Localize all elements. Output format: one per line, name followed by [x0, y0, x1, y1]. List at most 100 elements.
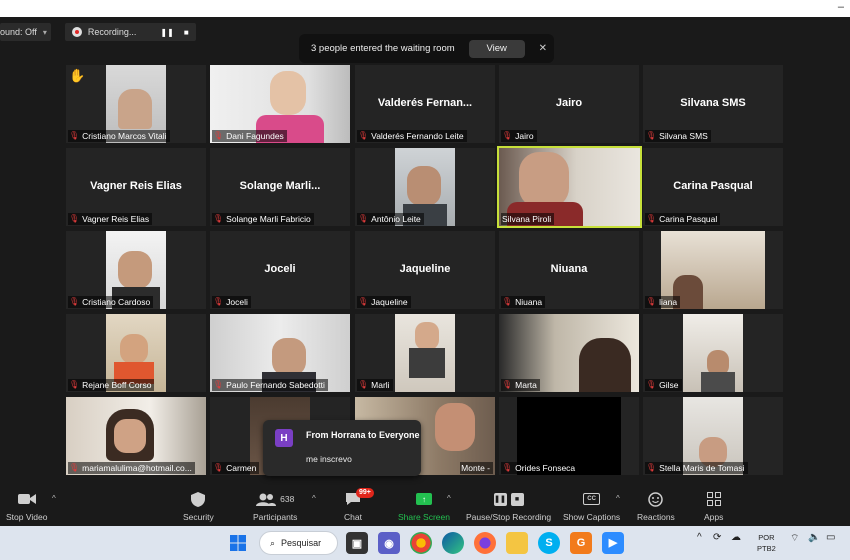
participant-name: Orides Fonseca	[515, 463, 576, 473]
stop-video-label: Stop Video	[6, 512, 48, 522]
sync-icon[interactable]: ⟳	[713, 532, 721, 543]
participant-name-label: Silvana Piroli	[501, 213, 555, 225]
record-icon	[71, 27, 82, 37]
participant-tile[interactable]: Solange Marli... 🎙 Solange Marli Fabricio	[210, 148, 350, 226]
participant-tile[interactable]: Valderés Fernan... 🎙 Valderés Fernando Le…	[355, 65, 495, 143]
participant-tile[interactable]: 🎙 Dani Fagundes	[210, 65, 350, 143]
pause-stop-recording-label: Pause/Stop Recording	[466, 512, 552, 522]
original-sound-toggle[interactable]: ound: Off ▾	[0, 23, 51, 41]
participant-tile[interactable]: Jaqueline 🎙 Jaqueline	[355, 231, 495, 309]
participant-tile[interactable]: Carina Pasqual 🎙 Carina Pasqual	[643, 148, 783, 226]
participant-tile[interactable]: 🎙 Paulo Fernando Sabedotti	[210, 314, 350, 392]
participant-tile[interactable]: 🎙 Marta	[499, 314, 639, 392]
apps-button[interactable]: Apps	[704, 490, 723, 522]
participant-tile[interactable]: 🎙 Rejane Boff Corso	[66, 314, 206, 392]
security-button[interactable]: Security	[183, 490, 214, 522]
participant-name-label: 🎙 Joceli	[212, 296, 251, 308]
waiting-room-banner: 3 people entered the waiting room View ✕	[299, 34, 554, 63]
windows-start-icon[interactable]	[227, 532, 249, 554]
teams-icon[interactable]: ◉	[378, 532, 400, 554]
volume-icon[interactable]: 🔈	[808, 532, 820, 543]
close-icon[interactable]: ✕	[539, 43, 547, 54]
participant-name-label: 🎙 Orides Fonseca	[501, 462, 579, 474]
active-speaker-tile[interactable]: Silvana Piroli	[497, 146, 642, 228]
participant-name: mariamalulima@hotmail.co...	[82, 463, 192, 473]
participant-tile[interactable]: Silvana SMS 🎙 Silvana SMS	[643, 65, 783, 143]
muted-mic-icon: 🎙	[646, 214, 657, 223]
stop-recording-icon[interactable]: ■	[184, 28, 189, 37]
task-view-icon[interactable]: ▣	[346, 532, 368, 554]
participant-name-label: 🎙 Marli	[357, 379, 393, 391]
muted-mic-icon: 🎙	[213, 380, 224, 389]
participant-name-label: 🎙 Cristiano Cardoso	[68, 296, 154, 308]
show-captions-button[interactable]: CC Show Captions	[563, 490, 620, 522]
participant-tile[interactable]: 🎙 Orides Fonseca	[499, 397, 639, 475]
participant-name-label: 🎙 liana	[645, 296, 681, 308]
chat-notification[interactable]: H From Horrana to Everyone me inscrevo	[263, 420, 421, 476]
muted-mic-icon: 🎙	[69, 463, 80, 472]
minimize-icon[interactable]: –	[838, 1, 844, 13]
cloud-icon[interactable]: ☁	[731, 532, 741, 543]
participant-tile[interactable]: Jairo 🎙 Jairo	[499, 65, 639, 143]
participants-options-chevron-icon[interactable]: ^	[312, 494, 316, 503]
participant-tile[interactable]: 🎙 Stella Maris de Tomasi	[643, 397, 783, 475]
battery-icon[interactable]: ▭	[826, 532, 835, 543]
participant-name-label: 🎙 Valderés Fernando Leite	[357, 130, 467, 142]
chrome-icon[interactable]	[410, 532, 432, 554]
edge-icon[interactable]	[442, 532, 464, 554]
participant-tile[interactable]: 🎙 mariamalulima@hotmail.co...	[66, 397, 206, 475]
participant-tile[interactable]: 🎙 Cristiano Cardoso	[66, 231, 206, 309]
participant-name-label: 🎙 Jairo	[501, 130, 537, 142]
wifi-icon[interactable]: ⌔	[790, 532, 799, 545]
app-g-icon[interactable]: G	[570, 532, 592, 554]
participant-tile[interactable]: Joceli 🎙 Joceli	[210, 231, 350, 309]
participant-name-label: 🎙 Stella Maris de Tomasi	[645, 462, 748, 474]
muted-mic-icon: 🎙	[502, 380, 513, 389]
tray-chevron-up-icon[interactable]: ^	[697, 532, 702, 543]
participant-name: Antônio Leite	[371, 214, 421, 224]
participants-label: Participants	[253, 512, 298, 522]
muted-mic-icon: 🎙	[69, 297, 80, 306]
share-screen-button[interactable]: ↑ Share Screen	[398, 490, 450, 522]
participant-name-label: 🎙 Carmen	[212, 462, 260, 474]
skype-icon[interactable]: S	[538, 532, 560, 554]
video-feed-person	[407, 166, 441, 206]
zoom-icon[interactable]: ▶	[602, 532, 624, 554]
smiley-icon	[648, 490, 664, 508]
participant-tile[interactable]: Vagner Reis Elias 🎙 Vagner Reis Elias	[66, 148, 206, 226]
chat-button[interactable]: 99+ Chat	[344, 488, 374, 522]
file-explorer-icon[interactable]	[506, 532, 528, 554]
muted-mic-icon: 🎙	[69, 214, 80, 223]
video-options-chevron-icon[interactable]: ^	[52, 494, 56, 503]
video-feed-person	[415, 322, 439, 350]
participant-name-label: 🎙 Jaqueline	[357, 296, 411, 308]
participants-button[interactable]: 638 Participants	[253, 490, 297, 522]
stop-video-button[interactable]: Stop Video	[6, 490, 47, 522]
share-screen-label: Share Screen	[398, 512, 450, 522]
pause-stop-recording-button[interactable]: ❚❚ ■ Pause/Stop Recording	[466, 490, 551, 522]
raised-hand-icon: ✋	[69, 68, 86, 83]
reactions-button[interactable]: Reactions	[637, 490, 675, 522]
shield-icon	[191, 490, 206, 508]
taskbar-search[interactable]: ⌕ Pesquisar	[259, 531, 338, 555]
share-options-chevron-icon[interactable]: ^	[447, 494, 451, 503]
participant-display-name: Jaqueline	[399, 263, 451, 275]
chevron-down-icon[interactable]: ▾	[43, 28, 47, 37]
video-feed-person	[409, 348, 445, 378]
participant-tile[interactable]: 🎙 Antônio Leite	[355, 148, 495, 226]
firefox-icon[interactable]	[474, 532, 496, 554]
muted-mic-icon: 🎙	[646, 380, 657, 389]
captions-options-chevron-icon[interactable]: ^	[616, 494, 620, 503]
participant-name: Gilse	[659, 380, 679, 390]
taskbar-search-label: Pesquisar	[281, 538, 322, 548]
muted-mic-icon: 🎙	[213, 214, 224, 223]
participant-tile[interactable]: Niuana 🎙 Niuana	[499, 231, 639, 309]
participant-tile[interactable]: 🎙 liana	[643, 231, 783, 309]
participant-tile[interactable]: 🎙 Marli	[355, 314, 495, 392]
top-status-bar: ound: Off ▾ Recording... ❚❚ ■	[0, 23, 196, 41]
input-language-indicator[interactable]: POR PTB2	[757, 532, 776, 554]
participant-tile[interactable]: 🎙 Gilse	[643, 314, 783, 392]
view-waiting-room-button[interactable]: View	[468, 39, 525, 58]
pause-recording-icon[interactable]: ❚❚	[160, 28, 173, 37]
participant-tile[interactable]: ✋ 🎙 Cristiano Marcos Vitali	[66, 65, 206, 143]
